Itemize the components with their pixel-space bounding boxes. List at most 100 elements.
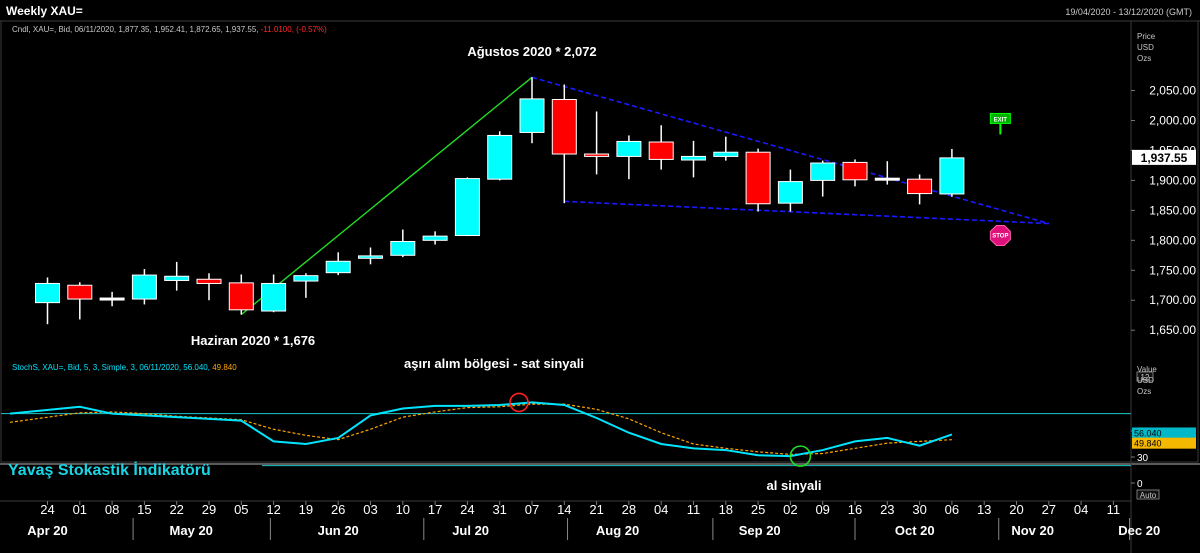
price-axis-caption-line: Ozs: [1137, 54, 1151, 63]
candle: [551, 84, 577, 204]
x-day-label: 02: [783, 502, 797, 517]
candle-body: [99, 297, 125, 301]
price-axis-caption: Price USD Ozs: [1137, 32, 1156, 63]
candle: [907, 174, 933, 205]
candle-body: [584, 153, 610, 157]
uptrend-line[interactable]: [240, 76, 533, 316]
x-day-label: 24: [460, 502, 474, 517]
exit-marker[interactable]: EXIT: [989, 112, 1011, 135]
x-day-label: 22: [169, 502, 183, 517]
candle-body: [261, 282, 287, 312]
stoch-auto-button-label[interactable]: Auto: [1140, 491, 1157, 500]
candle: [874, 161, 900, 185]
candle-body: [164, 275, 190, 281]
candle: [293, 273, 319, 298]
x-day-label: 12: [266, 502, 280, 517]
candle: [713, 136, 739, 161]
x-day-label: 10: [396, 502, 410, 517]
stoch-k-badge: 56.040: [1132, 427, 1196, 439]
stoch-info-d-value: 49.840: [212, 363, 237, 372]
x-day-label: 11: [687, 502, 701, 517]
stoch-d-badge-value: 49.840: [1134, 439, 1162, 449]
stop-marker[interactable]: STOP: [989, 225, 1011, 247]
price-y-tick-label: 2,050.00: [1149, 84, 1196, 98]
stoch-y-tick-label: 0: [1137, 479, 1143, 490]
candle-body: [681, 155, 706, 161]
candle: [35, 277, 60, 325]
x-day-label: 14: [557, 502, 571, 517]
x-day-label: 15: [137, 502, 151, 517]
x-day-label: 08: [105, 502, 119, 517]
candle: [842, 159, 868, 187]
candle-body: [616, 140, 642, 157]
price-y-tick-label: 1,700.00: [1149, 293, 1196, 307]
price-y-tick-label: 1,850.00: [1149, 203, 1196, 217]
x-day-label: 18: [719, 502, 733, 517]
candle: [131, 269, 157, 305]
stoch-d-badge: 49.840: [1132, 437, 1196, 449]
x-day-label: 04: [1074, 502, 1088, 517]
x-month-label: Oct 20: [895, 523, 935, 538]
stoch-info-label: StochS, XAU=, Bid, 5, 3, Simple, 3, 06/1…: [12, 363, 237, 372]
wedge-lower-line[interactable]: [564, 200, 1049, 225]
x-day-label: 19: [299, 502, 313, 517]
indicator-title: Yavaş Stokastik İndikatörü: [8, 461, 211, 479]
candle: [648, 125, 674, 170]
x-day-label: 27: [1042, 502, 1056, 517]
candles: [35, 77, 965, 325]
stoch-axis-caption-line: Ozs: [1137, 387, 1151, 396]
candle-body: [325, 260, 351, 274]
stoch-axis-caption: Value USD Ozs: [1137, 365, 1157, 396]
x-day-label: 13: [977, 502, 991, 517]
candle: [325, 252, 351, 276]
current-price-badge: 1,937.55: [1132, 149, 1196, 165]
stoch-k-line: [9, 401, 953, 458]
x-month-label: Apr 20: [27, 523, 67, 538]
candle-body: [939, 157, 965, 195]
x-day-label: 16: [848, 502, 862, 517]
x-day-label: 11: [1107, 502, 1121, 517]
price-axis-caption-line: USD: [1137, 43, 1154, 52]
price-info-label: Cndl, XAU=, Bid, 06/11/2020, 1,877.35, 1…: [12, 25, 327, 34]
stoch-lines: [9, 392, 953, 467]
candle: [487, 131, 513, 181]
candle-body: [519, 98, 545, 133]
candle: [422, 231, 448, 245]
price-y-tick-label: 1,900.00: [1149, 173, 1196, 187]
x-day-label: 26: [331, 502, 345, 517]
candle: [99, 291, 125, 307]
date-range: 19/04/2020 - 13/12/2020 (GMT): [1065, 7, 1192, 17]
candle: [777, 169, 803, 212]
x-month-label: May 20: [170, 523, 213, 538]
candle-body: [842, 161, 868, 181]
x-month-label: Jul 20: [452, 523, 489, 538]
candle: [358, 247, 383, 265]
candle: [939, 148, 965, 197]
stoch-axis-caption-line: Value: [1137, 365, 1157, 374]
candle-body: [907, 178, 933, 195]
x-day-label: 04: [654, 502, 668, 517]
candle: [810, 160, 836, 197]
annotation-buy: al sinyali: [767, 478, 822, 493]
x-day-label: 24: [40, 502, 54, 517]
candle-body: [713, 151, 739, 157]
x-day-label: 05: [234, 502, 248, 517]
x-day-label: 01: [73, 502, 87, 517]
price-info-main: Cndl, XAU=, Bid, 06/11/2020, 1,877.35, 1…: [12, 25, 258, 34]
candle-body: [196, 278, 222, 284]
stoch-auto-button[interactable]: Auto: [1136, 489, 1160, 500]
x-day-label: 20: [1009, 502, 1023, 517]
stop-marker-label: STOP: [992, 234, 1008, 240]
candle-body: [745, 151, 771, 205]
annotation-high: Ağustos 2020 * 2,072: [467, 44, 596, 59]
x-axis: 24 01 08 15 22 29 05 12 19 26 03 10 17 24 31 07 14 21 28 04…: [27, 501, 1160, 540]
x-day-label: 06: [945, 502, 959, 517]
x-month-label: Nov 20: [1011, 523, 1054, 538]
x-day-label: 29: [202, 502, 216, 517]
stoch-d-line: [9, 403, 952, 456]
x-month-label: Aug 20: [596, 523, 639, 538]
trend-lines[interactable]: [240, 76, 1050, 316]
x-day-label: 07: [525, 502, 539, 517]
candle-body: [131, 274, 157, 300]
x-month-label: Sep 20: [739, 523, 781, 538]
